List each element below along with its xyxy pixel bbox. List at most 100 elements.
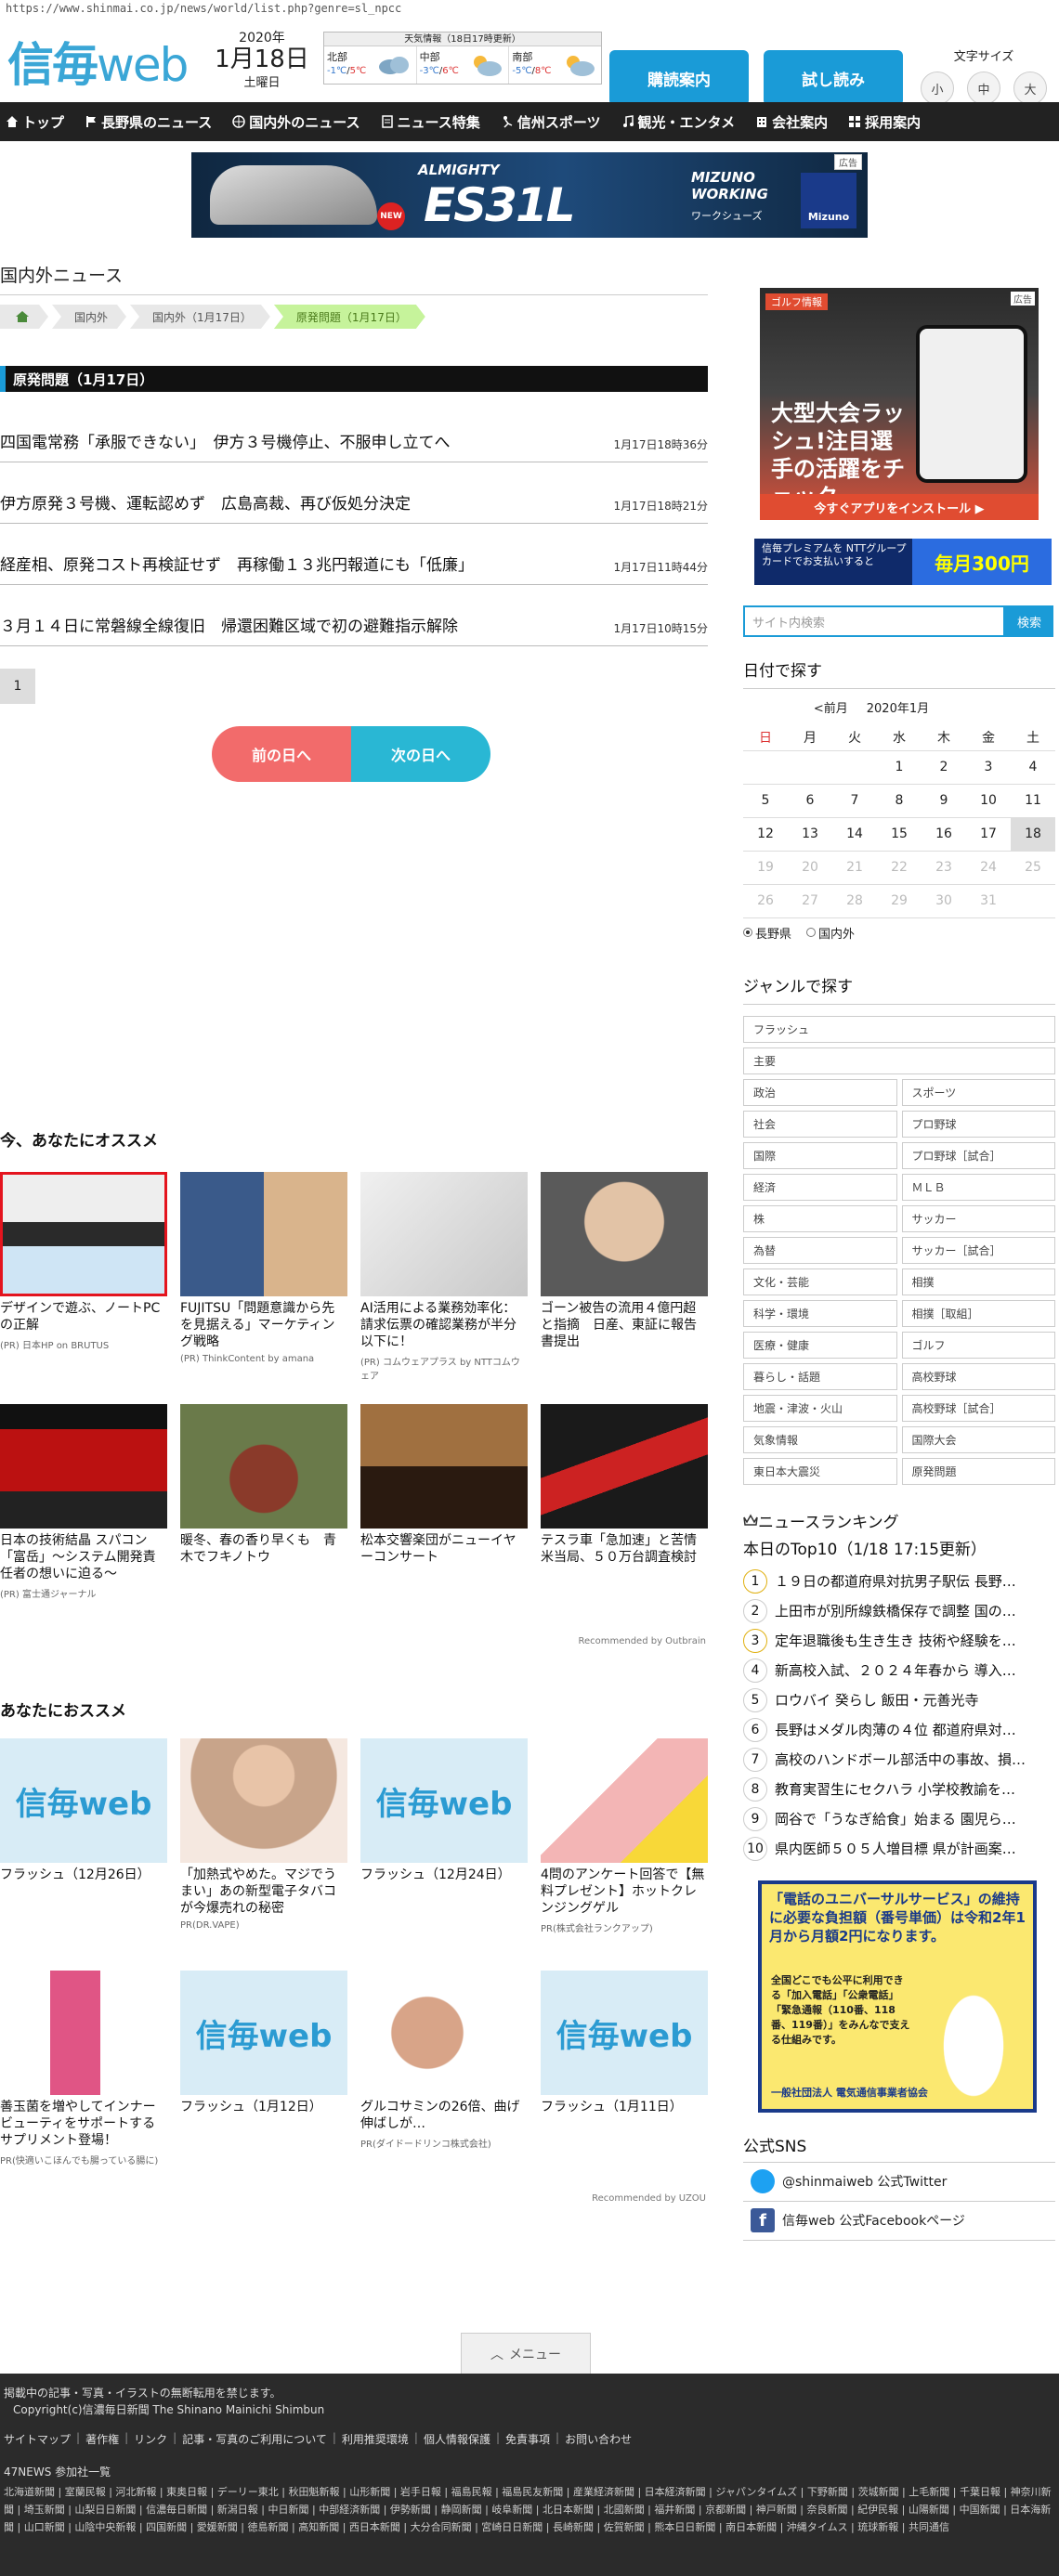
universal-service-ad[interactable]: 「電話のユニバーサルサービス」の維持に必要な負担額（番号単価）は令和2年1月から… [758, 1880, 1037, 2113]
ranking-item[interactable]: 3 定年退職後も生き生き 技術や経験を… [743, 1626, 1055, 1656]
calendar-day[interactable]: 1 [877, 750, 922, 785]
card-title[interactable]: AI活用による業務効率化：請求伝票の確認業務が半分以下に！ [360, 1300, 528, 1350]
ranking-item[interactable]: 2 上田市が別所線鉄橋保存で調整 国の… [743, 1596, 1055, 1626]
card-title[interactable]: フラッシュ（12月24日） [360, 1867, 528, 1883]
footer-link[interactable]: 著作権 [85, 2431, 119, 2447]
genre-link[interactable]: 科学・環境 [743, 1299, 897, 1327]
outbrain-credit[interactable]: Recommended by Outbrain [520, 1636, 706, 1646]
nav-nagano[interactable]: 長野県のニュース [85, 112, 212, 132]
radio-nagano[interactable]: 長野県 [743, 924, 791, 942]
calendar-day[interactable]: 7 [832, 784, 877, 818]
font-size-small-button[interactable]: 小 [921, 72, 954, 105]
recommend-card[interactable]: FUJITSU「問題意識から先を見据える」マーケティング戦略 (PR) Think… [180, 1172, 347, 1404]
genre-link[interactable]: 原発問題 [901, 1457, 1055, 1485]
card-title[interactable]: 善玉菌を増やしてインナービューティをサポートするサプリメント登場！ [0, 2099, 167, 2149]
recommend-card[interactable]: 暖冬、春の香り早くも 青木でフキノトウ [180, 1404, 347, 1636]
next-day-button[interactable]: 次の日へ [351, 726, 490, 782]
search-input[interactable]: サイト内検索 [743, 605, 1005, 637]
recommend-card[interactable]: 日本の技術結晶 スパコン「富岳」～システム開発責任者の想いに迫る～ (PR) 富士… [0, 1404, 167, 1636]
card-title[interactable]: 4問のアンケート回答で【無料プレゼント】ホットクレンジングゲル [541, 1867, 708, 1917]
genre-link[interactable]: 政治 [743, 1078, 897, 1106]
page-number[interactable]: 1 [0, 669, 35, 704]
genre-link[interactable]: 暮らし・話題 [743, 1362, 897, 1390]
genre-link[interactable]: 為替 [743, 1236, 897, 1264]
recommend-card[interactable]: 善玉菌を増やしてインナービューティをサポートするサプリメント登場！ PR(快適いこ… [0, 1971, 167, 2203]
breadcrumb-world-date[interactable]: 国内外（1月17日） [130, 305, 270, 329]
card-image[interactable] [541, 1404, 708, 1529]
recommend-card[interactable]: 信毎web フラッシュ（1月12日） [180, 1971, 347, 2203]
calendar-day[interactable]: 10 [966, 784, 1011, 818]
news-title[interactable]: 伊方原発３号機、運転認めず 広島高裁、再び仮処分決定 [0, 490, 411, 514]
calendar-day[interactable]: 5 [743, 784, 788, 818]
footer-link[interactable]: 利用推奨環境 [342, 2431, 409, 2447]
breadcrumb-world[interactable]: 国内外 [52, 305, 126, 329]
genre-link[interactable]: 相撲 [901, 1268, 1055, 1295]
golf-app-ad[interactable]: ゴルフ情報 広告 大型大会ラッシュ!注目選手の活躍をチェック 今すぐアプリをイン… [760, 288, 1039, 520]
genre-link[interactable]: 相撲［取組］ [901, 1299, 1055, 1327]
nav-company[interactable]: 会社案内 [755, 112, 828, 132]
premium-ad[interactable]: 信毎プレミアムを NTTグループカードでお支払いすると 毎月300円 [754, 539, 1052, 585]
card-title[interactable]: 松本交響楽団がニューイヤーコンサート [360, 1532, 528, 1566]
recommend-card[interactable]: 「加熱式やめた。マジでうまい」あの新型電子タバコが今爆売れの秘密 PR(DR.VA… [180, 1738, 347, 1971]
ranking-headline[interactable]: 高校のハンドボール部活中の事故、損… [775, 1750, 1026, 1769]
ranking-item[interactable]: 8 教育実習生にセクハラ 小学校教諭を… [743, 1775, 1055, 1804]
nav-entertainment[interactable]: 観光・エンタメ [621, 112, 735, 132]
ranking-headline[interactable]: １９日の都道府県対抗男子駅伝 長野… [775, 1571, 1016, 1591]
url-bar[interactable]: https://www.shinmai.co.jp/news/world/lis… [0, 0, 1059, 20]
recommend-card[interactable]: AI活用による業務効率化：請求伝票の確認業務が半分以下に！ (PR) コムウェアプ… [360, 1172, 528, 1404]
ranking-item[interactable]: 6 長野はメダル肉薄の４位 都道府県対… [743, 1715, 1055, 1745]
card-title[interactable]: 日本の技術結晶 スパコン「富岳」～システム開発責任者の想いに迫る～ [0, 1532, 167, 1582]
card-title[interactable]: グルコサミンの26倍、曲げ伸ばしが… [360, 2099, 528, 2132]
member-papers[interactable]: 北海道新聞 | 室蘭民報 | 河北新報 | 東奥日報 | デーリー東北 | 秋田… [4, 2483, 1055, 2536]
calendar-day[interactable]: 13 [788, 817, 832, 852]
card-title[interactable]: 「加熱式やめた。マジでうまい」あの新型電子タバコが今爆売れの秘密 [180, 1867, 347, 1917]
genre-link[interactable]: 地震・津波・火山 [743, 1394, 897, 1422]
breadcrumb-home[interactable] [0, 305, 48, 329]
card-title[interactable]: 暖冬、春の香り早くも 青木でフキノトウ [180, 1532, 347, 1566]
genre-link[interactable]: 気象情報 [743, 1425, 897, 1453]
recommend-card[interactable]: 信毎web フラッシュ（12月24日） [360, 1738, 528, 1971]
genre-link[interactable]: サッカー [901, 1204, 1055, 1232]
genre-link[interactable]: 主要 [743, 1047, 1055, 1074]
footer-link[interactable]: 個人情報保護 [424, 2431, 490, 2447]
calendar-day[interactable]: 6 [788, 784, 832, 818]
recommend-card[interactable]: グルコサミンの26倍、曲げ伸ばしが… PR(ダイドードリンコ株式会社) [360, 1971, 528, 2203]
calendar-day[interactable]: 16 [922, 817, 966, 852]
calendar-day[interactable]: 17 [966, 817, 1011, 852]
ranking-item[interactable]: 9 岡谷で「うなぎ給食」始まる 園児ら… [743, 1804, 1055, 1834]
genre-link[interactable]: 株 [743, 1204, 897, 1232]
card-image[interactable] [180, 1738, 347, 1863]
weather-widget[interactable]: 天気情報（18日17時更新） 北部 -1℃/5℃ 中部 -3℃/6℃ 南部 -5… [323, 32, 602, 85]
nav-world[interactable]: 国内外のニュース [232, 112, 360, 132]
genre-link[interactable]: サッカー［試合］ [901, 1236, 1055, 1264]
news-title[interactable]: 四国電常務「承服できない」 伊方３号機停止、不服申し立てへ [0, 429, 451, 452]
card-title[interactable]: フラッシュ（12月26日） [0, 1867, 167, 1883]
card-title[interactable]: フラッシュ（1月12日） [180, 2099, 347, 2115]
uzou-credit[interactable]: Recommended by UZOU [520, 2193, 706, 2204]
card-image[interactable] [0, 1172, 167, 1296]
ranking-item[interactable]: 4 新高校入試、２０２４年春から 導入… [743, 1656, 1055, 1685]
card-image[interactable]: 信毎web [360, 1738, 528, 1863]
genre-link[interactable]: ＭＬＢ [901, 1173, 1055, 1201]
card-image[interactable] [0, 1404, 167, 1529]
footer-link[interactable]: 免責事項 [505, 2431, 550, 2447]
card-image[interactable] [360, 1172, 528, 1296]
subscribe-button[interactable]: 購読案内 [609, 50, 749, 106]
card-title[interactable]: ゴーン被告の流用４億円超と指摘 日産、東証に報告書提出 [541, 1300, 708, 1350]
card-title[interactable]: テスラ車「急加速」と苦情 米当局、５０万台調査検討 [541, 1532, 710, 1566]
twitter-link[interactable]: @shinmaiweb 公式Twitter [743, 2163, 1055, 2202]
recommend-card[interactable]: 4問のアンケート回答で【無料プレゼント】ホットクレンジングゲル PR(株式会社ラン… [541, 1738, 708, 1971]
card-image[interactable] [541, 1738, 708, 1863]
news-item[interactable]: 伊方原発３号機、運転認めず 広島高裁、再び仮処分決定 1月17日18時21分 [0, 462, 708, 524]
footer-link[interactable]: サイトマップ [4, 2431, 71, 2447]
card-image[interactable] [541, 1172, 708, 1296]
ranking-item[interactable]: 1 １９日の都道府県対抗男子駅伝 長野… [743, 1567, 1055, 1596]
card-image[interactable] [360, 1971, 528, 2095]
news-title[interactable]: 経産相、原発コスト再検証せず 再稼働１３兆円報道にも「低廉」 [0, 552, 474, 575]
genre-link[interactable]: 国際大会 [901, 1425, 1055, 1453]
recommend-card[interactable]: 信毎web フラッシュ（1月11日） [541, 1971, 708, 2203]
calendar-day[interactable]: 15 [877, 817, 922, 852]
ranking-headline[interactable]: 岡谷で「うなぎ給食」始まる 園児ら… [775, 1809, 1016, 1828]
footer-link[interactable]: お問い合わせ [565, 2431, 632, 2447]
genre-link[interactable]: スポーツ [901, 1078, 1055, 1106]
